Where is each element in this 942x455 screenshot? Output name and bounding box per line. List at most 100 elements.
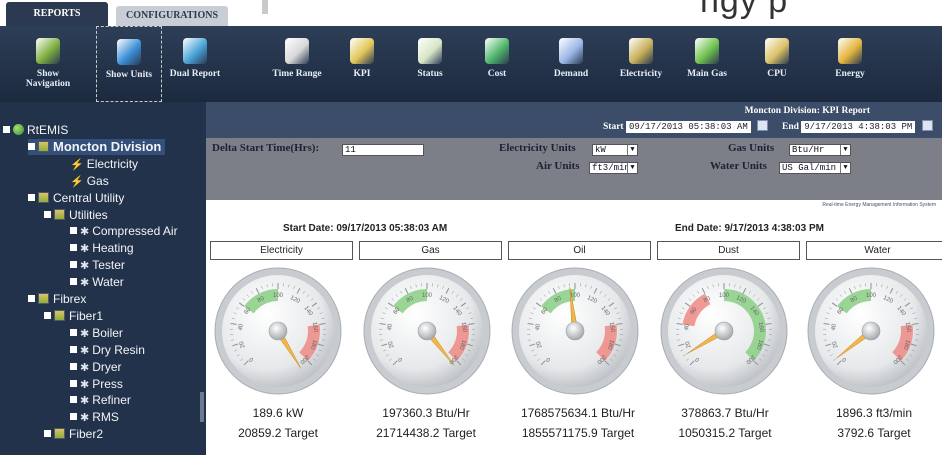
end-range: End 9/17/2013 4:38:03 PM: [782, 120, 933, 133]
chevron-down-icon: ▼: [627, 163, 637, 173]
toolbar-button-2[interactable]: Show Units: [96, 26, 162, 102]
tree-node[interactable]: ✱ Boiler: [70, 325, 123, 341]
tree-node[interactable]: Utilities: [44, 207, 108, 223]
gas-units-select[interactable]: Btu/Hr ▼: [789, 144, 851, 156]
toolbar-button-1[interactable]: Show Navigation: [12, 26, 84, 102]
lightning-icon: ⚡: [70, 175, 84, 188]
expand-toggle-icon[interactable]: [44, 430, 51, 438]
tree-node[interactable]: ✱ Press: [70, 376, 123, 392]
lightning-icon: ⚡: [70, 158, 84, 171]
tree-node-label: Central Utility: [53, 190, 125, 205]
tree-node[interactable]: Fiber2: [44, 426, 103, 442]
gauge-header: Dust: [657, 241, 800, 260]
clock-icon: [285, 38, 309, 64]
gas-icon: [695, 38, 719, 64]
water-units-label: Water Units: [710, 160, 767, 172]
tree-node-label: Dryer: [92, 359, 122, 374]
expand-toggle-icon[interactable]: [70, 328, 77, 336]
tab-reports[interactable]: REPORTS: [6, 2, 108, 26]
expand-toggle-icon[interactable]: [70, 261, 77, 269]
dual-report-icon: [183, 38, 207, 64]
toolbar-button-12[interactable]: Energy: [820, 26, 880, 102]
expand-toggle-icon[interactable]: [70, 345, 77, 353]
tree-node-label: Boiler: [92, 325, 123, 340]
gauge-header: Oil: [508, 241, 651, 260]
expand-toggle-icon[interactable]: [28, 193, 35, 201]
report-title: Moncton Division: KPI Report: [744, 106, 870, 116]
toolbar-button-8[interactable]: Demand: [540, 26, 602, 102]
expand-toggle-icon[interactable]: [28, 142, 35, 150]
tree-node[interactable]: Fibrex: [28, 291, 86, 307]
start-datetime-field[interactable]: 09/17/2013 05:38:03 AM: [625, 121, 751, 133]
air-units-select[interactable]: ft3/min ▼: [589, 162, 638, 174]
toolbar-button-label: Show Navigation: [25, 69, 71, 89]
tree-node[interactable]: RtEMIS: [3, 122, 68, 138]
tree-node[interactable]: ✱ Dryer: [70, 359, 122, 375]
gear-icon: ✱: [80, 243, 90, 256]
expand-toggle-icon[interactable]: [70, 396, 77, 404]
expand-toggle-icon[interactable]: [44, 210, 51, 218]
tree-node[interactable]: ✱ Compressed Air: [70, 223, 178, 239]
tree-node-label: Fiber2: [69, 427, 104, 442]
toolbar-button-label: Show Units: [105, 70, 153, 80]
tree-node[interactable]: Central Utility: [28, 190, 124, 206]
units-icon: [117, 39, 141, 65]
gauge-dial: 020406080 100 120140160180200: [660, 267, 788, 395]
toolbar-button-11[interactable]: CPU: [752, 26, 802, 102]
tab-configurations[interactable]: CONFIGURATIONS: [116, 6, 228, 26]
chevron-down-icon: ▼: [840, 163, 850, 173]
end-datetime-field[interactable]: 9/17/2013 4:38:03 PM: [801, 121, 916, 133]
tree-node[interactable]: ✱ RMS: [70, 409, 119, 425]
calendar-icon[interactable]: [757, 120, 769, 131]
gauge-target: 20859.2 Target: [238, 426, 318, 440]
tree-node[interactable]: ✱ Tester: [70, 257, 125, 273]
gauge-value: 1896.3 ft3/min: [835, 406, 913, 420]
gear-icon: ✱: [80, 395, 90, 408]
toolbar-button-10[interactable]: Main Gas: [676, 26, 738, 102]
expand-toggle-icon[interactable]: [28, 295, 35, 302]
app-window: REPORTS CONFIGURATIONS ngy p Show Naviga…: [0, 0, 942, 455]
navigation-tree: RtEMIS Moncton Division ⚡ Electricity ⚡ Gas Ce…: [0, 102, 206, 455]
group-icon: [38, 140, 49, 152]
tree-node[interactable]: ✱ Dry Resin: [70, 342, 145, 358]
tree-node[interactable]: ✱ Water: [70, 274, 124, 290]
expand-toggle-icon[interactable]: [70, 379, 77, 387]
expand-toggle-icon[interactable]: [70, 413, 77, 421]
tree-node[interactable]: ⚡ Electricity: [70, 156, 138, 172]
toolbar-button-7[interactable]: Cost: [470, 26, 524, 102]
tree-node-label: Press: [92, 376, 123, 391]
tree-node[interactable]: Fiber1: [44, 308, 103, 324]
gauge-target: 21714438.2 Target: [376, 426, 476, 440]
group-icon: [54, 208, 65, 220]
toolbar-button-label: CPU: [767, 69, 787, 79]
expand-toggle-icon[interactable]: [70, 244, 77, 252]
toolbar-button-9[interactable]: Electricity: [610, 26, 672, 102]
group-icon: [54, 428, 65, 440]
expand-toggle-icon[interactable]: [70, 278, 77, 286]
expand-toggle-icon[interactable]: [3, 126, 10, 133]
gear-icon: ✱: [80, 277, 90, 290]
toolbar-button-4[interactable]: Time Range: [262, 26, 332, 102]
tree-node[interactable]: ✱ Heating: [70, 240, 134, 256]
gauge-value: 197360.3 Btu/Hr: [382, 406, 470, 420]
tree-node[interactable]: ✱ Refiner: [70, 392, 131, 408]
banner-text: ngy p: [700, 0, 789, 20]
toolbar-button-6[interactable]: Status: [403, 26, 457, 102]
toolbar-button-3[interactable]: Dual Report: [164, 26, 226, 102]
calendar-icon[interactable]: [921, 120, 933, 131]
banner-divider: [262, 0, 268, 14]
expand-toggle-icon[interactable]: [44, 311, 51, 319]
tree-node[interactable]: Moncton Division: [28, 138, 166, 155]
water-units-select[interactable]: US Gal/min ▼: [779, 162, 851, 174]
air-units-label: Air Units: [536, 160, 580, 172]
expand-toggle-icon[interactable]: [70, 227, 77, 235]
tree-node[interactable]: ⚡ Gas: [70, 173, 109, 189]
electricity-units-select[interactable]: kW ▼: [592, 144, 638, 156]
tree-node-label: Gas: [86, 173, 109, 188]
tree-node-label: RMS: [92, 410, 119, 425]
expand-toggle-icon[interactable]: [70, 362, 77, 370]
gear-icon: ✱: [80, 361, 90, 374]
gauge-tick-label: 100: [866, 293, 877, 299]
toolbar-button-5[interactable]: KPI: [338, 26, 386, 102]
delta-start-input[interactable]: 11: [342, 144, 424, 156]
